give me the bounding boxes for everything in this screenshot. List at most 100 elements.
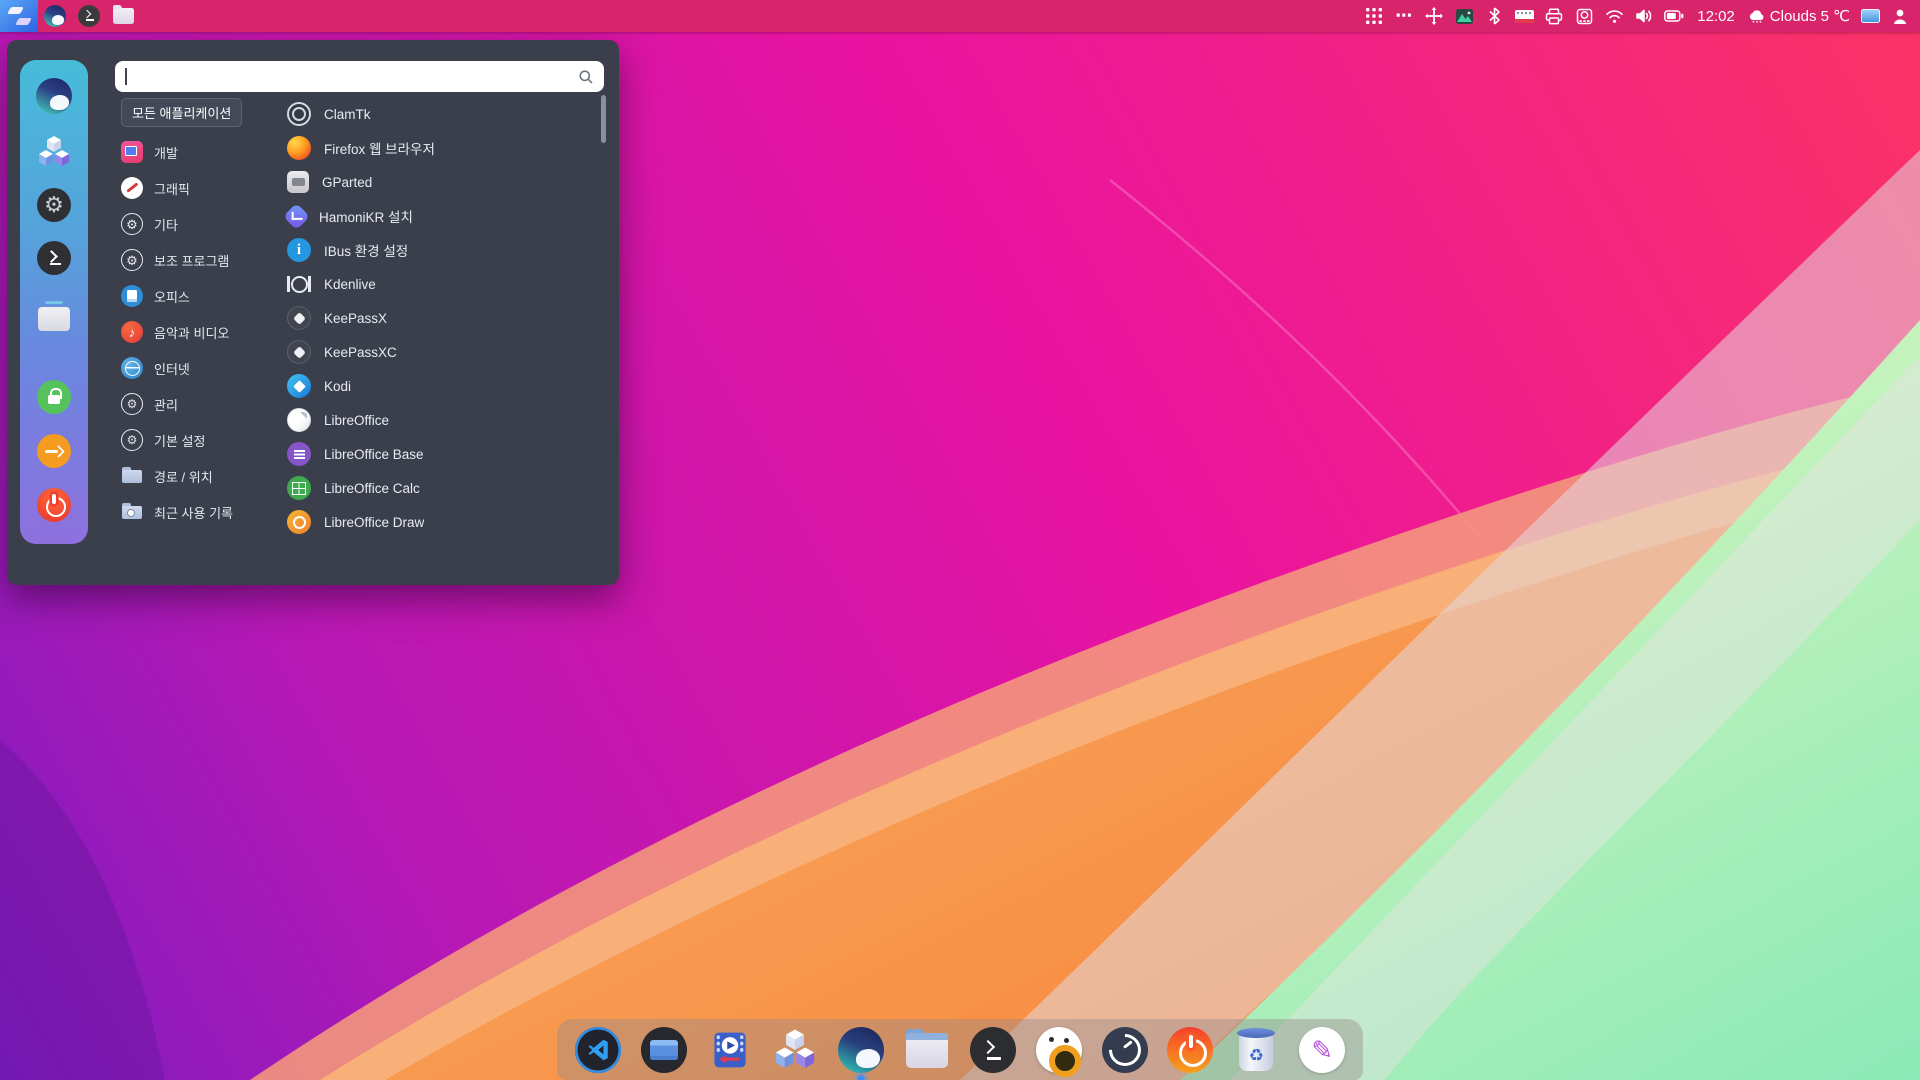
user-icon[interactable] [1890,5,1910,27]
search-input[interactable] [125,69,578,85]
firefox-icon [287,136,311,160]
category-administration[interactable]: 관리 [112,386,272,422]
text-caret [125,68,127,85]
favorite-software-cubes[interactable] [35,133,73,171]
volume-icon[interactable] [1634,5,1654,27]
terminal-icon [970,1027,1016,1073]
favorite-whale-browser[interactable] [35,77,73,115]
app-item-keepassxc[interactable]: KeePassXC [285,335,590,369]
category-recent[interactable]: 최근 사용 기록 [112,494,272,530]
dock-file-manager[interactable] [902,1026,952,1074]
log-out-icon [37,434,71,468]
category-graphics[interactable]: 그래픽 [112,170,272,206]
ibus-icon [287,238,311,262]
settings-gear-icon [37,188,71,222]
terminal-icon [37,241,71,275]
category-accessories[interactable]: 보조 프로그램 [112,242,272,278]
app-item-libreoffice-base[interactable]: LibreOffice Base [285,437,590,471]
category-office[interactable]: 오피스 [112,278,272,314]
whale-browser-icon [44,5,66,27]
panel-clock[interactable]: 12:02 [1694,8,1738,25]
file-manager-icon [113,8,134,24]
menu-scrollbar[interactable] [601,95,606,143]
dock-duck-app[interactable] [1034,1026,1084,1074]
dock-trash[interactable] [1231,1026,1281,1074]
category-places[interactable]: 경로 / 위치 [112,458,272,494]
panel-terminal-launcher[interactable] [72,0,106,32]
wifi-icon[interactable] [1604,5,1624,27]
administration-category-icon [121,393,143,415]
system-tray: ⋯ [1364,5,1920,27]
app-item-ibus[interactable]: IBus 환경 설정 [285,233,590,267]
battery-icon[interactable] [1664,5,1684,27]
shutdown-button[interactable] [35,486,73,524]
favorite-files[interactable] [35,300,73,338]
category-preferences[interactable]: 기본 설정 [112,422,272,458]
display-icon[interactable] [1860,5,1880,27]
libreoffice-calc-icon [287,476,311,500]
libreoffice-base-icon [287,442,311,466]
application-menu: 모든 애플리케이션 개발 그래픽 기타 보조 프로그램 오피스 음악과 비디오 … [7,40,619,585]
all-applications-button[interactable]: 모든 애플리케이션 [121,98,242,127]
category-development[interactable]: 개발 [112,134,272,170]
dock [557,1019,1363,1080]
preferences-category-icon [121,429,143,451]
file-manager-icon [906,1035,948,1068]
category-list: 모든 애플리케이션 개발 그래픽 기타 보조 프로그램 오피스 음악과 비디오 … [112,98,272,530]
snow-cloud-icon [1748,9,1766,23]
app-item-hamonikr-install[interactable]: HamoniKR 설치 [285,199,590,233]
category-other[interactable]: 기타 [112,206,272,242]
category-internet[interactable]: 인터넷 [112,350,272,386]
power-off-icon [37,488,71,522]
app-item-gparted[interactable]: GParted [285,165,590,199]
dock-power[interactable] [1165,1026,1215,1074]
dock-system-gauge[interactable] [1100,1026,1150,1074]
system-gauge-icon [1102,1027,1148,1073]
log-out-button[interactable] [35,432,73,470]
app-item-kodi[interactable]: Kodi [285,369,590,403]
keepassxc-icon [287,340,311,364]
favorite-settings[interactable] [35,186,73,224]
trash-icon [1239,1035,1273,1071]
dock-terminal[interactable] [968,1026,1018,1074]
wallpaper-changer-icon[interactable] [1454,5,1474,27]
app-item-firefox[interactable]: Firefox 웹 브라우저 [285,131,590,165]
app-grid-icon[interactable] [1364,5,1384,27]
recent-category-icon [121,501,143,523]
app-item-libreoffice[interactable]: LibreOffice [285,403,590,437]
lock-screen-button[interactable] [35,378,73,416]
app-item-kdenlive[interactable]: Kdenlive [285,267,590,301]
weather-applet[interactable]: Clouds 5 ℃ [1748,7,1850,25]
panel-files-launcher[interactable] [106,0,140,32]
kodi-icon [287,374,311,398]
accessories-category-icon [121,249,143,271]
dock-video-editor[interactable] [705,1026,755,1074]
search-bar[interactable] [115,61,604,92]
printer-icon[interactable] [1544,5,1564,27]
panel-whale-browser-launcher[interactable] [38,0,72,32]
keyboard-layout-icon[interactable] [1514,5,1534,27]
bluetooth-icon[interactable] [1484,5,1504,27]
backup-device-icon[interactable] [1574,5,1594,27]
other-category-icon [121,213,143,235]
multimedia-category-icon [121,321,143,343]
dock-text-editor[interactable] [1297,1026,1347,1074]
app-item-keepassx[interactable]: KeePassX [285,301,590,335]
weather-label: Clouds 5 ℃ [1770,7,1850,25]
move-arrows-icon[interactable] [1424,5,1444,27]
dock-virtual-keyboard[interactable] [639,1026,689,1074]
overflow-dots-icon[interactable]: ⋯ [1394,5,1414,27]
application-list: ClamTk Firefox 웹 브라우저 GParted HamoniKR 설… [285,97,590,539]
menu-button[interactable] [0,0,38,32]
vscode-icon [575,1027,621,1073]
duck-face-icon [1036,1027,1082,1073]
app-item-clamtk[interactable]: ClamTk [285,97,590,131]
running-indicator [858,1075,865,1080]
dock-software-cubes[interactable] [770,1026,820,1074]
dock-vscode[interactable] [573,1026,623,1074]
category-multimedia[interactable]: 음악과 비디오 [112,314,272,350]
app-item-libreoffice-draw[interactable]: LibreOffice Draw [285,505,590,539]
favorite-terminal[interactable] [35,239,73,277]
app-item-libreoffice-calc[interactable]: LibreOffice Calc [285,471,590,505]
dock-whale-browser[interactable] [836,1026,886,1074]
